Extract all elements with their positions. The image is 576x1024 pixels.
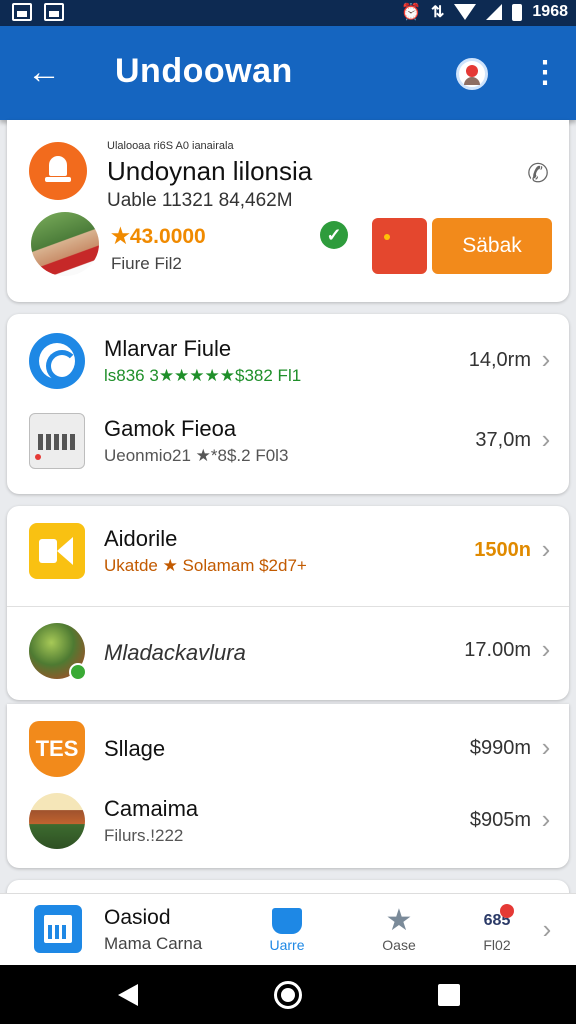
status-indicators: ⏰ ⇅ 1968	[401, 2, 568, 22]
list-item[interactable]: Mlarvar Fiule ls836 3★★★★★$382 Fl1 14,0r…	[7, 324, 569, 402]
battery-icon	[512, 3, 523, 21]
signal-icon	[486, 4, 503, 20]
brand-logo-icon	[29, 142, 87, 200]
profile-subtitle: Uable 11321 84,462M	[107, 190, 293, 211]
nature-icon	[29, 623, 87, 681]
flag-button[interactable]	[372, 218, 427, 274]
item-value: 1500n	[474, 539, 531, 561]
item-meta: Filurs.!222	[104, 826, 184, 845]
status-dot-icon	[69, 663, 87, 681]
timer-icon	[29, 333, 85, 389]
bottom-nav: Oasiod Mama Carna Uarre ★ Oase 685 Fl02 …	[0, 893, 576, 965]
status-notifications	[12, 3, 64, 21]
system-home-icon[interactable]	[274, 981, 302, 1009]
keyboard-icon	[29, 413, 85, 469]
item-value: 17.00m	[464, 639, 531, 661]
item-value: $905m	[469, 809, 531, 831]
list-item[interactable]: Gamok Fieoa Ueonmio21 ★*8$.2 F0l3 37,0m …	[7, 404, 569, 482]
wifi-icon	[454, 4, 477, 20]
item-value: 37,0m	[475, 429, 531, 451]
item-name: Gamok Fieoa	[104, 416, 237, 441]
item-meta: Ueonmio21 ★*8$.2 F0l3	[104, 446, 289, 465]
video-icon	[29, 523, 85, 579]
chart-notification-icon	[44, 3, 64, 21]
gallery-notification-icon	[12, 3, 32, 21]
tab-fl02[interactable]: 685 Fl02	[462, 904, 532, 960]
item-name: Mlarvar Fiule	[104, 336, 232, 361]
chevron-right-icon: ›	[541, 344, 551, 374]
phone-icon[interactable]: ✆	[523, 158, 553, 188]
list-item[interactable]: TES Sllage $990m ›	[7, 712, 569, 790]
profile-subtitle-2: Fiure Fil2	[111, 254, 182, 273]
profile-rating: ★43.0000	[111, 225, 206, 248]
data-icon: ⇅	[431, 4, 445, 21]
tab-oase[interactable]: ★ Oase	[364, 904, 434, 960]
item-name: Aidorile	[104, 526, 178, 551]
system-nav-bar	[0, 965, 576, 1024]
more-menu-icon[interactable]: ⋮	[530, 58, 560, 88]
list-item[interactable]: Camaima Filurs.!222 $905m ›	[7, 784, 569, 862]
profile-photo	[31, 212, 99, 276]
profile-card: Ulalooaa ri6S A0 ianairala Undoynan lilo…	[7, 120, 569, 302]
profile-caption: Ulalooaa ri6S A0 ianairala	[107, 140, 234, 152]
item-name: Camaima	[104, 796, 199, 821]
bottom-nav-subtitle: Mama Carna	[104, 934, 203, 953]
item-meta: ls836 3★★★★★$382 Fl1	[104, 366, 302, 385]
app-bar: ← Undoowan ⋮	[0, 26, 576, 120]
tab-label: Uarre	[269, 937, 305, 953]
profile-search-icon[interactable]	[456, 58, 488, 90]
primary-action-button[interactable]: Säbak	[432, 218, 552, 274]
list-card-3: TES Sllage $990m › Camaima Filurs.!222 $…	[7, 704, 569, 868]
system-back-icon[interactable]	[118, 984, 138, 1006]
verified-check-icon: ✓	[320, 221, 348, 249]
item-name: Mladackavlura	[104, 640, 246, 665]
item-name: Sllage	[104, 736, 166, 761]
item-value: 14,0rm	[468, 349, 531, 371]
chevron-right-icon: ›	[541, 634, 551, 664]
bottom-nav-title: Oasiod	[104, 906, 171, 929]
alarm-icon: ⏰	[401, 4, 421, 21]
status-bar: ⏰ ⇅ 1968	[0, 0, 576, 26]
house-icon	[29, 793, 85, 849]
chevron-right-icon: ›	[541, 804, 551, 834]
item-meta: Ukatde ★ Solamam $2d7+	[104, 556, 307, 575]
bell-base-shape	[45, 177, 71, 182]
tab-label: Oase	[382, 937, 416, 953]
status-time: 1968	[532, 3, 568, 20]
chevron-right-icon: ›	[541, 732, 551, 762]
profile-name: Undoynan lilonsia	[107, 156, 313, 186]
list-item[interactable]: Aidorile Ukatde ★ Solamam $2d7+ 1500n ›	[7, 514, 569, 592]
app-title: Undoowan	[115, 52, 293, 90]
chevron-right-icon: ›	[541, 424, 551, 454]
tab-uarre[interactable]: Uarre	[252, 904, 322, 960]
tab-label: Fl02	[483, 937, 511, 953]
chevron-right-icon[interactable]: ›	[538, 914, 556, 945]
chevron-right-icon: ›	[541, 534, 551, 564]
badge-icon: 685	[482, 904, 514, 934]
divider	[7, 606, 569, 607]
back-arrow-icon[interactable]: ←	[26, 54, 62, 90]
list-item[interactable]: Mladackavlura 17.00m ›	[7, 614, 569, 692]
item-value: $990m	[469, 737, 531, 759]
list-card-1: Mlarvar Fiule ls836 3★★★★★$382 Fl1 14,0r…	[7, 314, 569, 494]
bell-shape	[49, 156, 67, 176]
system-recents-icon[interactable]	[438, 984, 460, 1006]
book-icon	[272, 908, 302, 934]
star-icon: ★	[385, 904, 413, 937]
list-card-2: Aidorile Ukatde ★ Solamam $2d7+ 1500n › …	[7, 506, 569, 700]
calendar-icon[interactable]	[34, 905, 82, 953]
tes-icon: TES	[29, 721, 85, 777]
